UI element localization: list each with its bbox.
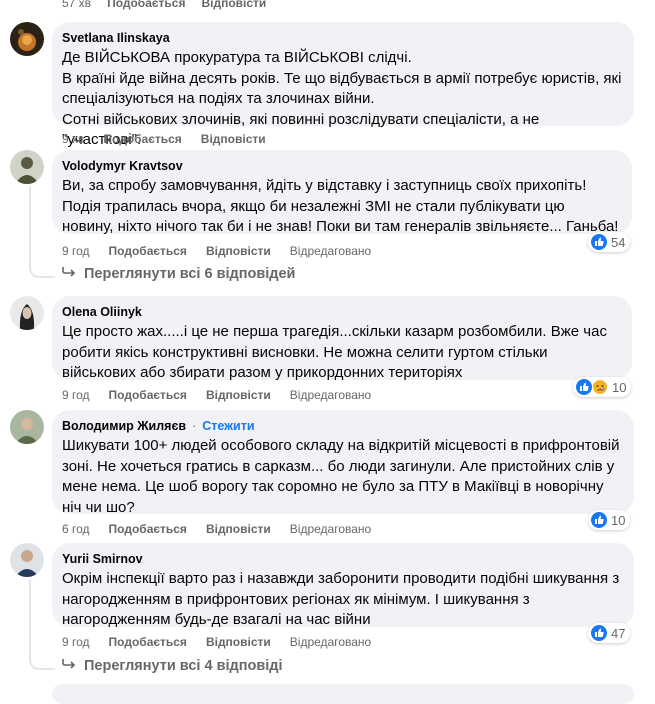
reaction-count: 54 xyxy=(611,234,626,250)
reply-button[interactable]: Відповісти xyxy=(206,635,271,649)
reply-button[interactable]: Відповісти xyxy=(206,244,271,258)
previous-comment-actions: 57 хв Подобається Відповісти xyxy=(62,0,266,10)
author-name[interactable]: Yurii Smirnov xyxy=(62,551,143,567)
reactions-summary[interactable]: 54 xyxy=(588,232,631,252)
comment-time[interactable]: 9 год xyxy=(62,635,90,649)
view-replies-link[interactable]: Переглянути всі 6 відповідей xyxy=(62,266,295,282)
comment-bubble: Olena Oliinyk Це просто жах.....і це не … xyxy=(52,296,632,381)
comment-time[interactable]: 6 год xyxy=(62,522,90,536)
like-reaction-icon xyxy=(591,512,607,528)
separator-dot: · xyxy=(192,419,197,433)
reaction-count: 10 xyxy=(611,512,626,528)
comment-time[interactable]: 9 хв xyxy=(62,132,84,146)
like-button[interactable]: Подобається xyxy=(109,635,187,649)
author-name[interactable]: Володимир Жиляєв xyxy=(62,418,186,434)
view-replies-label: Переглянути всі 6 відповідей xyxy=(84,266,296,282)
edited-label: Відредаговано xyxy=(289,635,372,649)
author-name[interactable]: Olena Oliinyk xyxy=(62,304,142,320)
reply-button[interactable]: Відповісти xyxy=(201,0,266,10)
comment-time[interactable]: 9 год xyxy=(62,388,90,402)
comment-time[interactable]: 57 хв xyxy=(62,0,91,10)
like-reaction-icon xyxy=(591,234,607,250)
like-button[interactable]: Подобається xyxy=(109,388,187,402)
author-name[interactable]: Volodymyr Kravtsov xyxy=(62,158,183,174)
avatar[interactable] xyxy=(10,150,44,184)
reactions-summary[interactable]: 47 xyxy=(588,623,631,643)
comment-actions: 9 год Подобається Відповісти Відредагова… xyxy=(62,388,371,402)
view-replies-link[interactable]: Переглянути всі 4 відповіді xyxy=(62,658,283,674)
comment-text: Це просто жах.....і це не перша трагедія… xyxy=(62,323,607,381)
like-reaction-icon xyxy=(576,379,592,395)
view-replies-label: Переглянути всі 4 відповіді xyxy=(84,658,283,674)
avatar[interactable] xyxy=(10,410,44,444)
reactions-summary[interactable]: 10 xyxy=(573,377,632,397)
edited-label: Відредаговано xyxy=(289,388,372,402)
avatar[interactable] xyxy=(10,296,44,330)
comment-text: Шикувати 100+ людей особового складу на … xyxy=(62,437,620,516)
reactions-summary[interactable]: 10 xyxy=(588,510,631,530)
thread-branch xyxy=(29,262,55,278)
like-button[interactable]: Подобається xyxy=(109,522,187,536)
follow-button[interactable]: Стежити xyxy=(202,418,254,434)
comment-bubble: Svetlana Ilinskaya Де ВІЙСЬКОВА прокурат… xyxy=(52,22,634,148)
comment-actions: 6 год Подобається Відповісти Відредагова… xyxy=(62,522,371,536)
comment-actions: 9 год Подобається Відповісти Відредагова… xyxy=(62,635,371,649)
like-button[interactable]: Подобається xyxy=(107,0,185,10)
reaction-count: 10 xyxy=(612,379,627,395)
reply-button[interactable]: Відповісти xyxy=(206,388,271,402)
author-name[interactable]: Svetlana Ilinskaya xyxy=(62,30,170,46)
comment-actions: 9 хв Подобається Відповісти xyxy=(62,132,266,146)
comment-text: Ви, за спробу замовчування, йдіть у відс… xyxy=(62,177,619,235)
reply-button[interactable]: Відповісти xyxy=(206,522,271,536)
avatar[interactable] xyxy=(10,22,44,56)
comment-text: Окрім інспекції варто раз і назавжди заб… xyxy=(62,570,620,628)
reply-arrow-icon xyxy=(62,658,76,674)
like-button[interactable]: Подобається xyxy=(103,132,181,146)
comment-bubble: Yurii Smirnov Окрім інспекції варто раз … xyxy=(52,543,634,628)
reaction-count: 47 xyxy=(611,625,626,641)
thread-line xyxy=(29,186,31,264)
like-button[interactable]: Подобається xyxy=(109,244,187,258)
comment-bubble: Volodymyr Kravtsov Ви, за спробу замовчу… xyxy=(52,150,632,235)
sad-reaction-icon xyxy=(592,379,608,395)
thread-line xyxy=(29,580,31,656)
avatar[interactable] xyxy=(10,543,44,577)
comment-bubble xyxy=(52,684,634,704)
reply-button[interactable]: Відповісти xyxy=(201,132,266,146)
comment-actions: 9 год Подобається Відповісти Відредагова… xyxy=(62,244,371,258)
edited-label: Відредаговано xyxy=(289,522,372,536)
comment-bubble: Володимир Жиляєв · Стежити Шикувати 100+… xyxy=(52,410,634,516)
reply-arrow-icon xyxy=(62,266,76,282)
thread-branch xyxy=(29,654,55,670)
like-reaction-icon xyxy=(591,625,607,641)
edited-label: Відредаговано xyxy=(289,244,372,258)
comment-time[interactable]: 9 год xyxy=(62,244,90,258)
